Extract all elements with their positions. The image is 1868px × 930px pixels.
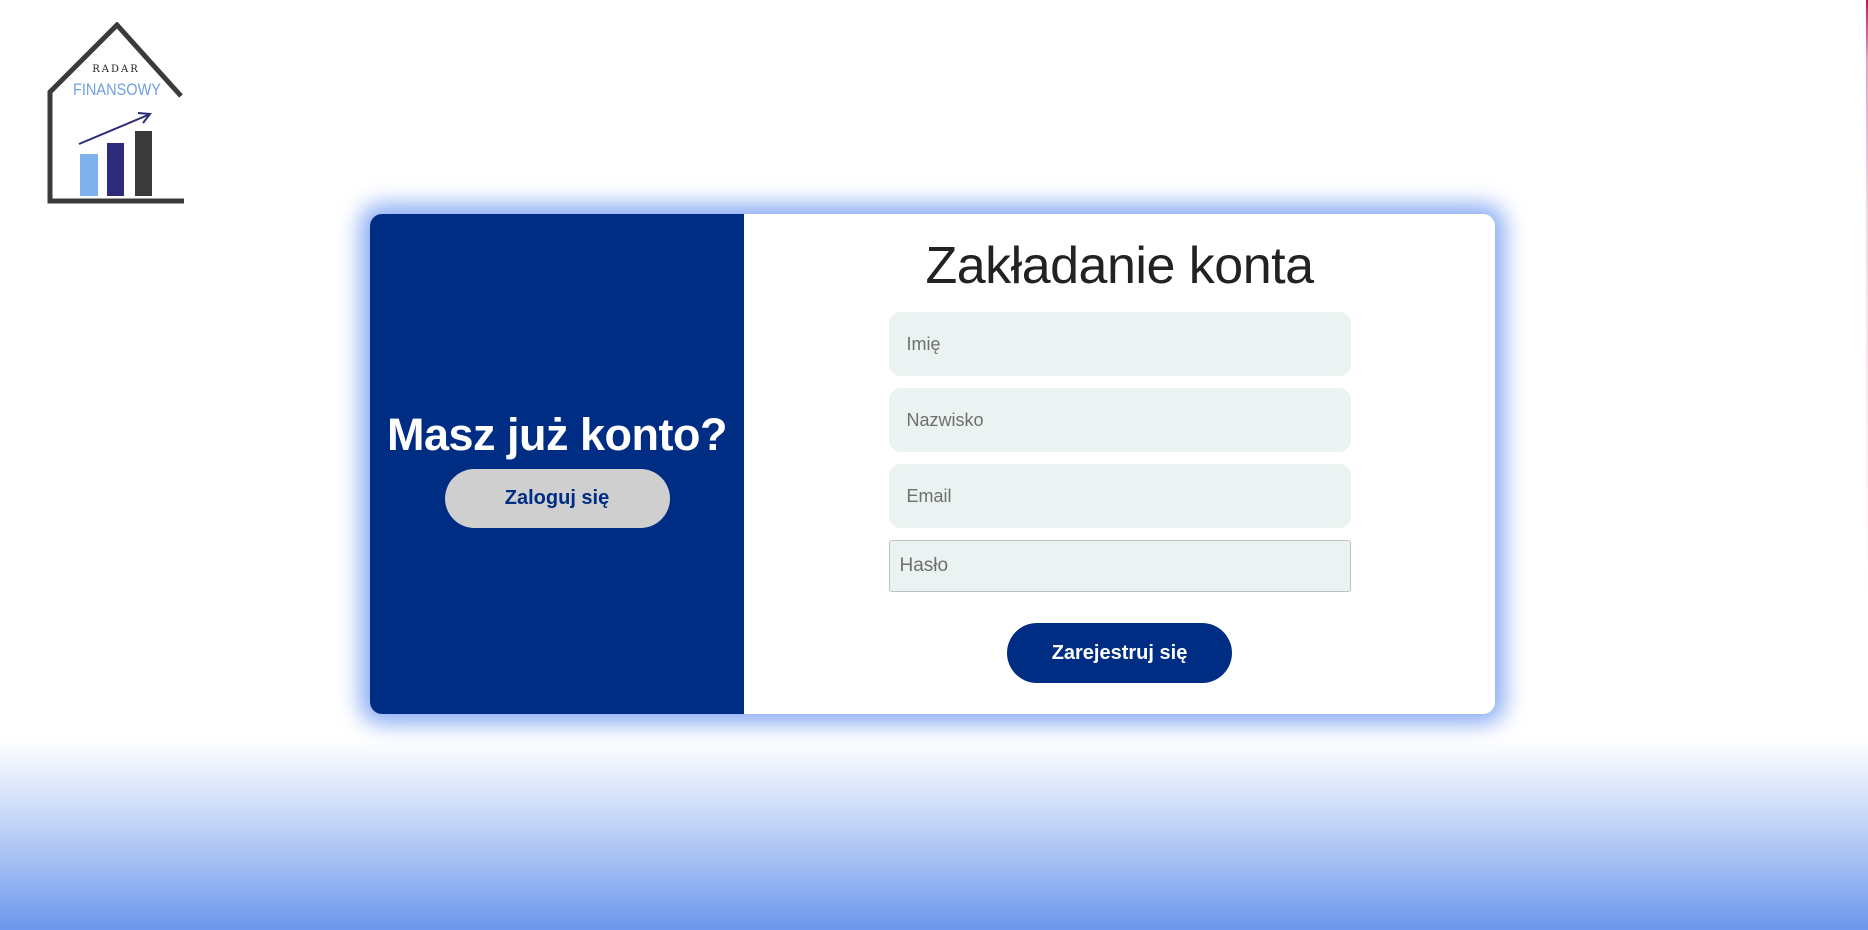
login-button[interactable]: Zaloguj się (444, 468, 670, 528)
logo-main-text: FINANSOWY (73, 80, 161, 99)
login-prompt-panel: Masz już konto? Zaloguj się (370, 214, 744, 714)
password-field[interactable] (888, 540, 1351, 592)
register-button[interactable]: Zarejestruj się (1007, 623, 1232, 683)
logo-top-text: RADAR (92, 64, 140, 75)
email-field[interactable] (888, 464, 1351, 528)
login-prompt-title: Masz już konto? (387, 408, 728, 460)
registration-form: Zakładanie konta Zarejestruj się (744, 214, 1495, 714)
auth-card: Masz już konto? Zaloguj się Zakładanie k… (370, 214, 1495, 714)
form-title: Zakładanie konta (925, 237, 1314, 295)
house-chart-logo-icon: RADAR FINANSOWY (47, 21, 184, 204)
last-name-field[interactable] (888, 388, 1351, 452)
first-name-field[interactable] (888, 312, 1351, 376)
radar-finansowy-logo[interactable]: RADAR FINANSOWY (44, 21, 192, 210)
